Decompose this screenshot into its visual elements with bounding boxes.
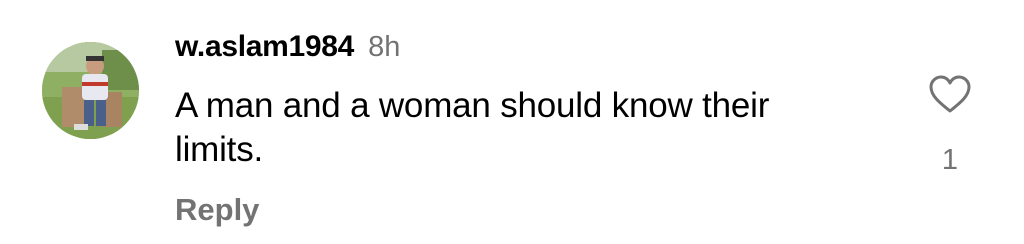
comment-item: w.aslam1984 8h A man and a woman should …	[0, 0, 1024, 244]
avatar-photo-icon	[42, 42, 139, 139]
reply-button[interactable]: Reply	[175, 192, 259, 228]
avatar[interactable]	[42, 42, 139, 139]
username-link[interactable]: w.aslam1984	[175, 30, 354, 64]
comment-timestamp: 8h	[368, 31, 401, 63]
heart-outline-icon[interactable]	[928, 74, 972, 114]
like-section: 1	[920, 74, 980, 177]
comment-content: w.aslam1984 8h A man and a woman should …	[175, 30, 875, 228]
comment-text: A man and a woman should know their limi…	[175, 86, 770, 169]
like-count: 1	[941, 144, 959, 176]
comment-header: w.aslam1984 8h	[175, 30, 875, 74]
